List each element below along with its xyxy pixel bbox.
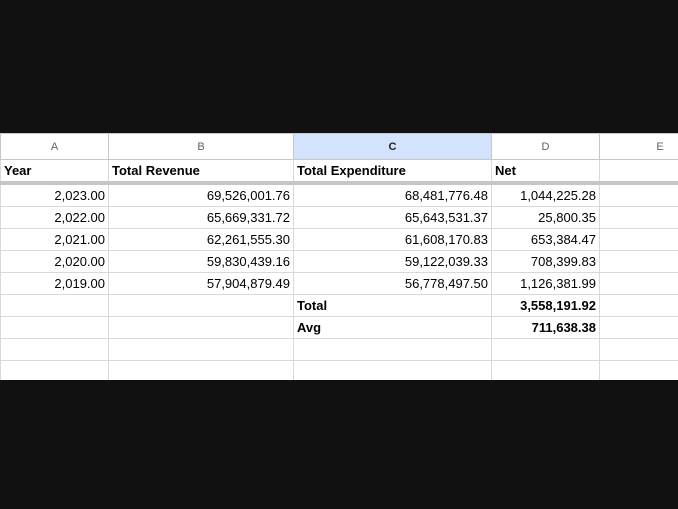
cell-empty[interactable] <box>108 338 294 361</box>
avg-value[interactable]: 711,638.38 <box>491 316 600 339</box>
cell-expenditure[interactable]: 61,608,170.83 <box>293 228 492 251</box>
cell-empty[interactable] <box>599 294 678 317</box>
avg-label[interactable]: Avg <box>293 316 492 339</box>
cell-empty[interactable] <box>491 360 600 380</box>
cell-empty[interactable] <box>599 159 678 185</box>
total-label[interactable]: Total <box>293 294 492 317</box>
cell-revenue[interactable]: 59,830,439.16 <box>108 250 294 273</box>
cell-net[interactable]: 708,399.83 <box>491 250 600 273</box>
column-header-b[interactable]: B <box>108 133 294 160</box>
cell-year[interactable]: 2,023.00 <box>0 182 109 207</box>
empty-row <box>0 360 678 380</box>
cell-empty[interactable] <box>599 182 678 207</box>
cell-empty[interactable] <box>599 338 678 361</box>
column-header-a[interactable]: A <box>0 133 109 160</box>
avg-row: Avg 711,638.38 <box>0 316 678 339</box>
data-table: A B C D E Year Total Revenue Total Expen… <box>0 133 678 380</box>
cell-empty[interactable] <box>108 294 294 317</box>
cell-net[interactable]: 25,800.35 <box>491 206 600 229</box>
cell-revenue[interactable]: 65,669,331.72 <box>108 206 294 229</box>
cell-empty[interactable] <box>108 316 294 339</box>
cell-empty[interactable] <box>599 316 678 339</box>
cell-empty[interactable] <box>0 338 109 361</box>
cell-expenditure-header[interactable]: Total Expenditure <box>293 159 492 185</box>
cell-empty[interactable] <box>108 360 294 380</box>
cell-empty[interactable] <box>599 272 678 295</box>
cell-empty[interactable] <box>599 206 678 229</box>
cell-empty[interactable] <box>599 250 678 273</box>
cell-year[interactable]: 2,022.00 <box>0 206 109 229</box>
column-header-row: A B C D E <box>0 133 678 160</box>
cell-empty[interactable] <box>0 294 109 317</box>
cell-net[interactable]: 653,384.47 <box>491 228 600 251</box>
cell-year[interactable]: 2,021.00 <box>0 228 109 251</box>
cell-net[interactable]: 1,044,225.28 <box>491 182 600 207</box>
empty-row <box>0 338 678 361</box>
column-header-e[interactable]: E <box>599 133 678 160</box>
cell-year[interactable]: 2,019.00 <box>0 272 109 295</box>
table-row: 2,021.00 62,261,555.30 61,608,170.83 653… <box>0 228 678 251</box>
cell-net[interactable]: 1,126,381.99 <box>491 272 600 295</box>
cell-revenue[interactable]: 62,261,555.30 <box>108 228 294 251</box>
cell-expenditure[interactable]: 68,481,776.48 <box>293 182 492 207</box>
spreadsheet-grid: A B C D E Year Total Revenue Total Expen… <box>0 133 678 380</box>
total-row: Total 3,558,191.92 <box>0 294 678 317</box>
cell-empty[interactable] <box>599 360 678 380</box>
cell-empty[interactable] <box>293 360 492 380</box>
cell-year-header[interactable]: Year <box>0 159 109 185</box>
table-row: 2,022.00 65,669,331.72 65,643,531.37 25,… <box>0 206 678 229</box>
table-row: 2,023.00 69,526,001.76 68,481,776.48 1,0… <box>0 182 678 207</box>
cell-revenue[interactable]: 57,904,879.49 <box>108 272 294 295</box>
header-row: Year Total Revenue Total Expenditure Net <box>0 159 678 185</box>
cell-expenditure[interactable]: 65,643,531.37 <box>293 206 492 229</box>
cell-expenditure[interactable]: 59,122,039.33 <box>293 250 492 273</box>
cell-revenue[interactable]: 69,526,001.76 <box>108 182 294 207</box>
table-row: 2,019.00 57,904,879.49 56,778,497.50 1,1… <box>0 272 678 295</box>
total-value[interactable]: 3,558,191.92 <box>491 294 600 317</box>
cell-empty[interactable] <box>599 228 678 251</box>
column-header-d[interactable]: D <box>491 133 600 160</box>
cell-empty[interactable] <box>293 338 492 361</box>
column-header-c[interactable]: C <box>293 133 492 160</box>
cell-empty[interactable] <box>0 360 109 380</box>
cell-revenue-header[interactable]: Total Revenue <box>108 159 294 185</box>
cell-expenditure[interactable]: 56,778,497.50 <box>293 272 492 295</box>
cell-net-header[interactable]: Net <box>491 159 600 185</box>
table-row: 2,020.00 59,830,439.16 59,122,039.33 708… <box>0 250 678 273</box>
cell-empty[interactable] <box>491 338 600 361</box>
cell-year[interactable]: 2,020.00 <box>0 250 109 273</box>
cell-empty[interactable] <box>0 316 109 339</box>
